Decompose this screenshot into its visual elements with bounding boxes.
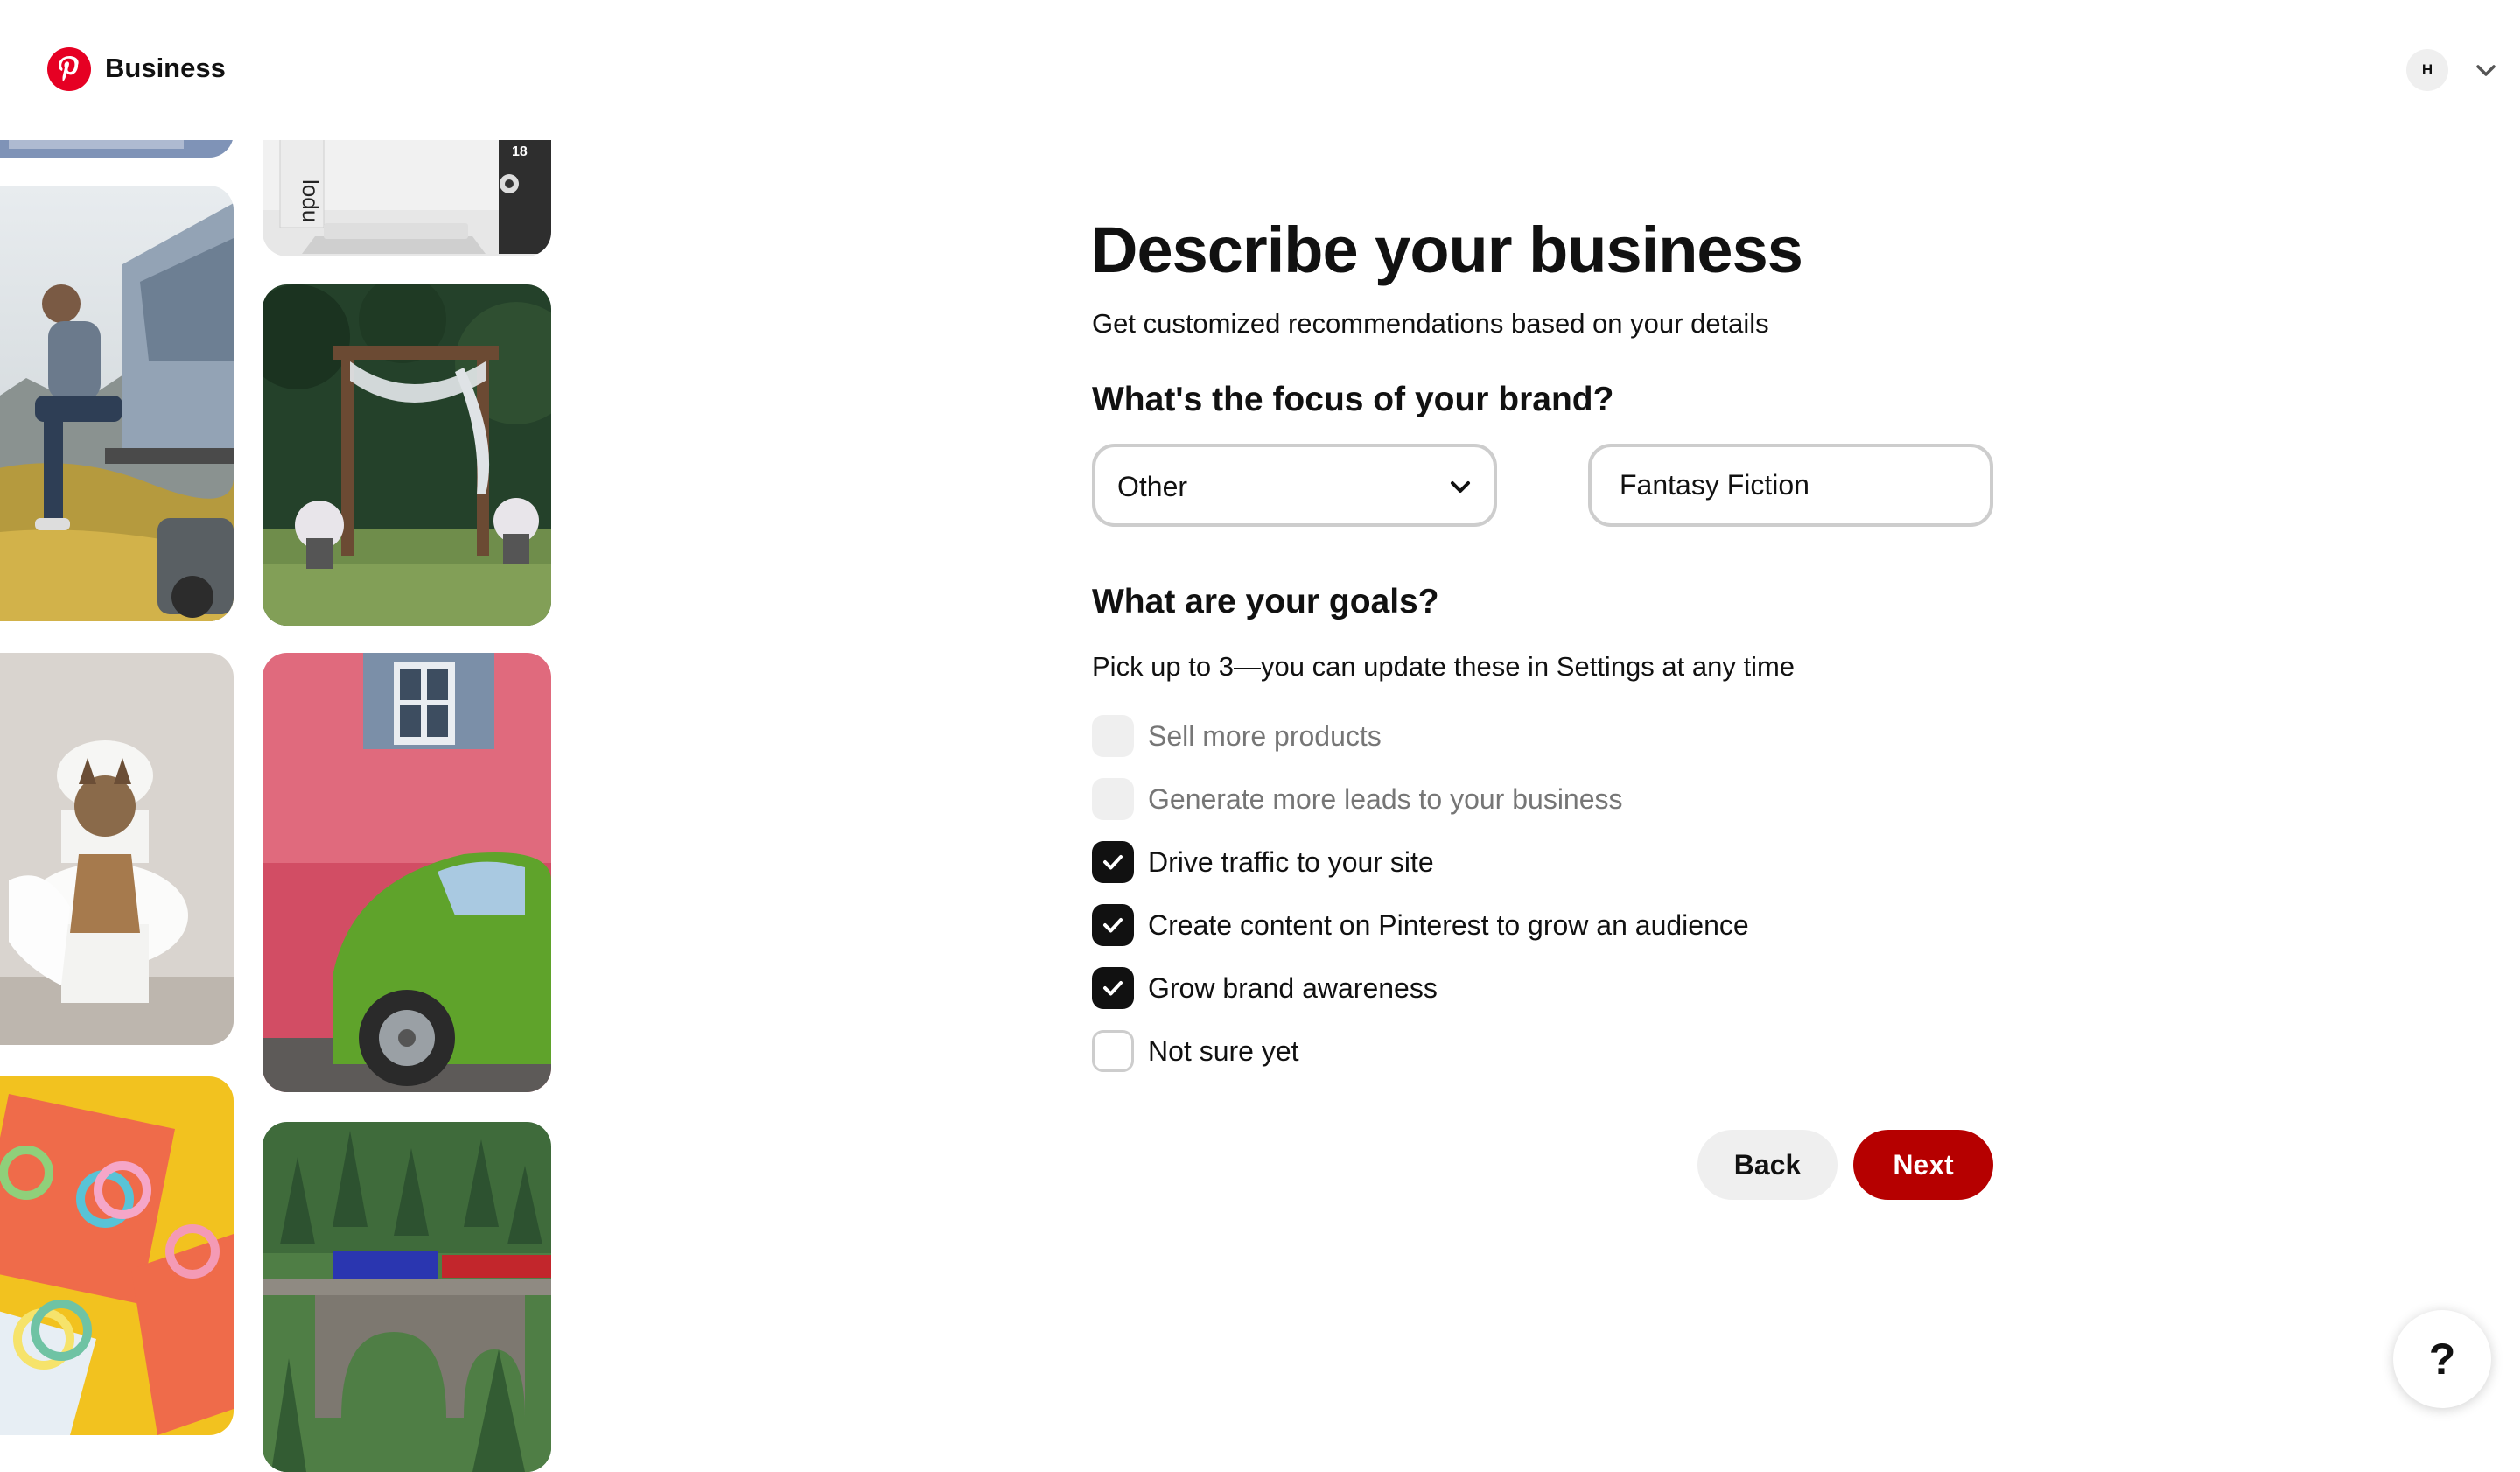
- goal-checkbox: [1092, 715, 1134, 757]
- goal-label: Generate more leads to your business: [1148, 783, 1623, 815]
- next-button[interactable]: Next: [1853, 1130, 1993, 1200]
- goal-label[interactable]: Drive traffic to your site: [1148, 846, 1434, 879]
- help-button[interactable]: ?: [2393, 1310, 2491, 1408]
- checkmark-icon: [1103, 855, 1123, 870]
- train-bridge-forest-photo[interactable]: [262, 1122, 551, 1472]
- top-header: Business H: [0, 0, 2520, 140]
- goal-checkbox[interactable]: [1092, 1030, 1134, 1072]
- chevron-down-icon[interactable]: [2473, 58, 2499, 84]
- svg-text:lodu: lodu: [298, 179, 324, 222]
- checkmark-icon: [1103, 981, 1123, 996]
- goal-label[interactable]: Grow brand awareness: [1148, 972, 1438, 1005]
- business-brand-label: Business: [105, 53, 226, 83]
- goals-hint: Pick up to 3—you can update these in Set…: [1092, 651, 1796, 682]
- goal-option-generate-leads: Generate more leads to your business: [1092, 778, 1880, 820]
- goal-option-sell-products: Sell more products: [1092, 715, 1880, 757]
- goal-label[interactable]: Create content on Pinterest to grow an a…: [1148, 909, 1749, 942]
- brand-focus-heading: What's the focus of your brand?: [1092, 381, 1614, 418]
- dog-on-toilet-photo[interactable]: [0, 653, 234, 1045]
- page-title: Describe your business: [1091, 214, 1803, 286]
- goal-checkbox[interactable]: [1092, 967, 1134, 1009]
- laptop-badge: 18: [512, 144, 528, 159]
- page-subtitle: Get customized recommendations based on …: [1092, 308, 1769, 339]
- camper-on-hill-photo[interactable]: [0, 186, 234, 621]
- brand-category-select[interactable]: Other: [1092, 444, 1497, 527]
- goal-checkbox[interactable]: [1092, 841, 1134, 883]
- brand-detail-input[interactable]: [1588, 444, 1993, 527]
- chevron-down-icon: [1451, 481, 1470, 493]
- goal-label[interactable]: Not sure yet: [1148, 1035, 1299, 1068]
- brand-category-value: Other: [1117, 471, 1188, 502]
- goal-option-brand-awareness[interactable]: Grow brand awareness: [1092, 967, 1880, 1009]
- avatar[interactable]: H: [2406, 49, 2448, 91]
- goal-option-create-content[interactable]: Create content on Pinterest to grow an a…: [1092, 904, 1880, 946]
- wedding-arch-photo[interactable]: [262, 284, 551, 626]
- back-button[interactable]: Back: [1698, 1130, 1838, 1200]
- goal-checkbox: [1092, 778, 1134, 820]
- slinky-toys-photo[interactable]: [0, 1076, 234, 1435]
- goal-label: Sell more products: [1148, 720, 1382, 752]
- goal-option-not-sure[interactable]: Not sure yet: [1092, 1030, 1880, 1072]
- goal-checkbox[interactable]: [1092, 904, 1134, 946]
- green-beetle-car-photo[interactable]: [262, 653, 551, 1092]
- goal-option-drive-traffic[interactable]: Drive traffic to your site: [1092, 841, 1880, 883]
- checkmark-icon: [1103, 918, 1123, 933]
- pinterest-logo-icon[interactable]: [47, 47, 91, 91]
- goals-heading: What are your goals?: [1092, 583, 1439, 620]
